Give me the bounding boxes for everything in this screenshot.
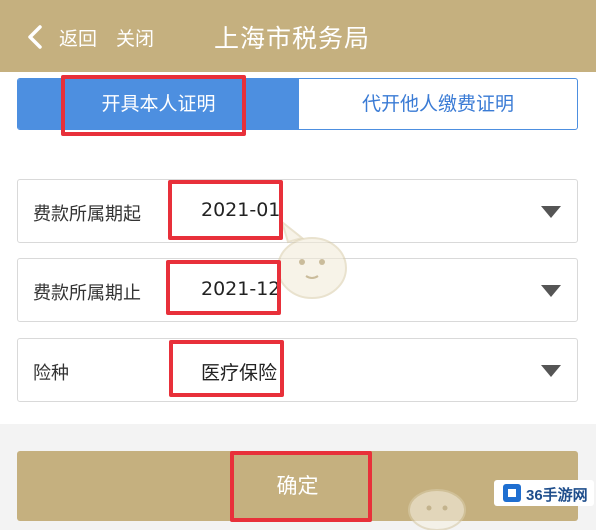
page-title: 上海市税务局 (214, 24, 371, 53)
dropdown-arrow-icon (541, 206, 561, 218)
mascot-watermark-icon (277, 219, 347, 299)
dropdown-arrow-icon (541, 285, 561, 297)
period-end-label: 费款所属期止 (33, 283, 141, 304)
period-start-label: 费款所属期起 (33, 204, 141, 225)
chevron-left-icon[interactable] (24, 22, 48, 52)
tab-others-certificate[interactable]: 代开他人缴费证明 (299, 79, 577, 129)
close-button[interactable]: 关闭 (116, 24, 154, 51)
insurance-type-value: 医疗保险 (201, 362, 278, 384)
back-button[interactable]: 返回 (59, 24, 97, 51)
header-bar: 返回 关闭 上海市税务局 (0, 0, 596, 72)
dropdown-arrow-icon (541, 365, 561, 377)
cube-logo-icon (503, 484, 521, 502)
tab-bar: 开具本人证明 代开他人缴费证明 (17, 78, 578, 130)
insurance-type-label: 险种 (33, 363, 69, 384)
insurance-type-select[interactable]: 险种 医疗保险 (17, 338, 578, 402)
watermark-badge: 36手游网 (494, 480, 594, 506)
mascot-watermark-icon (408, 489, 466, 530)
tab-self-certificate[interactable]: 开具本人证明 (18, 79, 299, 129)
watermark-text: 36手游网 (526, 487, 588, 504)
